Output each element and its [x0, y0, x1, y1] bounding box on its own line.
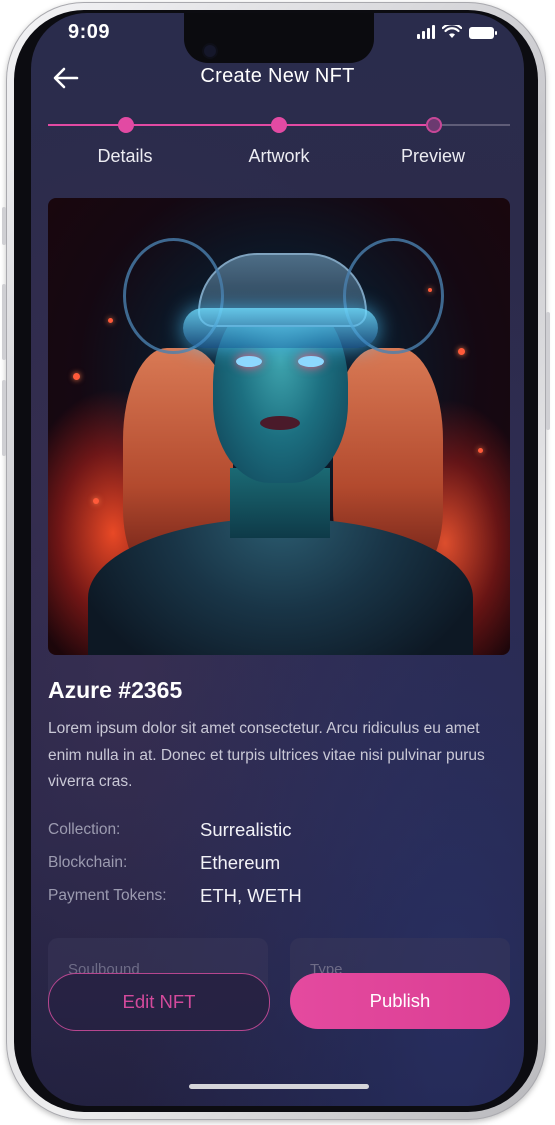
mute-switch	[2, 207, 6, 245]
detail-label: Blockchain:	[48, 854, 128, 871]
step-label-artwork[interactable]: Artwork	[248, 146, 309, 167]
status-time: 9:09	[68, 21, 111, 43]
step-dot-details[interactable]	[117, 117, 134, 133]
detail-row-collection: Collection: Surrealistic	[48, 819, 518, 843]
home-indicator[interactable]	[189, 1084, 369, 1089]
detail-label: Collection:	[48, 821, 121, 838]
stepper-track-fill	[48, 124, 437, 126]
status-icons	[417, 25, 497, 39]
progress-stepper	[48, 115, 510, 135]
nft-name: Azure #2365	[48, 677, 183, 703]
wifi-icon	[442, 25, 462, 38]
page-title: Create New NFT	[200, 65, 355, 87]
step-dot-preview[interactable]	[425, 117, 442, 133]
edit-nft-button[interactable]: Edit NFT	[48, 973, 270, 1031]
volume-down-button	[2, 380, 6, 456]
detail-value: Ethereum	[200, 852, 281, 873]
nft-description: Lorem ipsum dolor sit amet consectetur. …	[48, 720, 485, 790]
front-camera	[204, 45, 216, 57]
nft-artwork-image	[48, 198, 510, 655]
step-dot-artwork[interactable]	[271, 117, 287, 133]
detail-value: ETH, WETH	[200, 885, 302, 906]
power-button	[546, 312, 550, 430]
detail-value: Surrealistic	[200, 819, 292, 840]
detail-label: Payment Tokens:	[48, 887, 167, 904]
battery-icon	[469, 27, 497, 39]
step-label-preview[interactable]: Preview	[401, 146, 465, 167]
step-label-details[interactable]: Details	[97, 146, 152, 167]
detail-row-payment-tokens: Payment Tokens: ETH, WETH	[48, 885, 518, 909]
app-screen: 9:09 Create New NFT Details Artwork Prev…	[31, 13, 524, 1106]
volume-up-button	[2, 284, 6, 360]
signal-icon	[417, 25, 435, 39]
detail-row-blockchain: Blockchain: Ethereum	[48, 852, 518, 876]
publish-button[interactable]: Publish	[290, 973, 510, 1029]
